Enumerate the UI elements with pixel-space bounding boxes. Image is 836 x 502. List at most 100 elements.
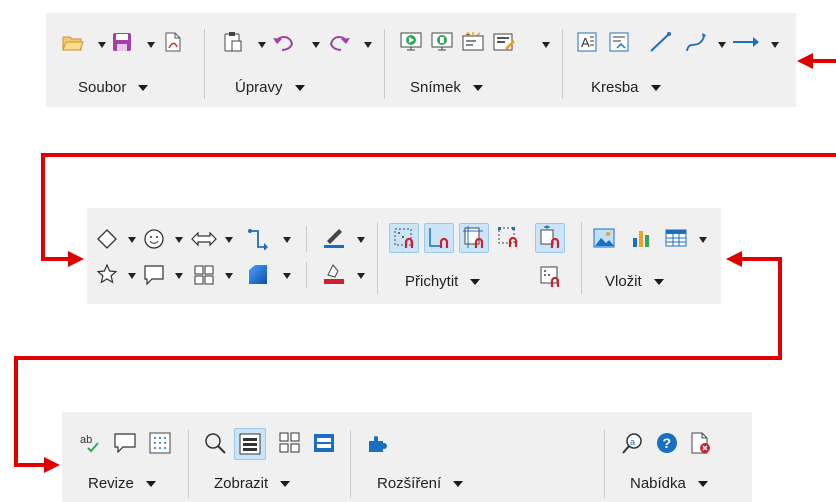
insert-chart-icon[interactable] [631,228,653,248]
export-pdf-icon[interactable] [164,32,182,52]
symbol-shapes-dropdown-arrow[interactable] [175,237,183,243]
line-color-dropdown-arrow[interactable] [357,237,365,243]
undo-dropdown-arrow[interactable] [312,42,320,48]
insert-image-icon[interactable] [593,228,615,248]
connector-dropdown-arrow[interactable] [283,237,291,243]
snap-to-grid-icon[interactable] [389,223,419,253]
open-dropdown-arrow[interactable] [98,42,106,48]
separator [377,222,378,294]
separator [384,29,385,99]
line-color-icon[interactable] [323,227,345,249]
toolbar-row-2: Přichytit Vložit [87,208,721,304]
paste-icon[interactable] [223,31,243,53]
group-prichytit[interactable]: Přichytit [405,273,481,290]
snap-page-margins-icon[interactable] [459,223,489,253]
insert-table-dropdown-arrow[interactable] [699,237,707,243]
connector-icon[interactable] [247,228,269,250]
arrow-head-3a [726,251,742,267]
group-revize[interactable]: Revize [88,475,156,492]
curve-dropdown-arrow[interactable] [718,42,726,48]
group-label: Přichytit [405,273,459,290]
help-icon[interactable]: ? [656,432,678,454]
group-rozsireni[interactable]: Rozšíření [377,475,464,492]
block-arrows-icon[interactable] [191,230,217,248]
callout-dropdown-arrow[interactable] [175,273,183,279]
comment-icon[interactable] [114,433,136,453]
line-icon[interactable] [648,31,672,53]
slide-layout-icon[interactable] [493,32,515,52]
outline-view-icon[interactable] [313,432,335,454]
group-nabidka[interactable]: Nabídka [630,475,708,492]
insert-table-icon[interactable] [665,229,687,247]
save-dropdown-arrow[interactable] [147,42,155,48]
fill-color-icon[interactable] [247,264,269,286]
svg-text:ab: ab [80,434,92,446]
start-presentation-icon[interactable] [400,32,422,52]
svg-text:A: A [581,35,590,50]
group-zobrazit[interactable]: Zobrazit [214,475,291,492]
group-label: Snímek [410,79,461,96]
save-icon[interactable] [112,32,132,52]
block-arrows-dropdown-arrow[interactable] [225,237,233,243]
redo-dropdown-arrow[interactable] [364,42,372,48]
slide-transition-icon[interactable] [462,32,484,52]
basic-shapes-dropdown-arrow[interactable] [128,237,136,243]
curve-icon[interactable] [684,31,708,53]
redo-icon[interactable] [327,32,351,52]
paste-dropdown-arrow[interactable] [258,42,266,48]
text-box-icon[interactable]: A [577,32,597,52]
group-upravy[interactable]: Úpravy [235,79,305,96]
svg-text:a: a [630,437,635,447]
chevron-down-icon [653,278,664,285]
flowchart-icon[interactable] [194,265,214,285]
chevron-down-icon [650,84,661,91]
chevron-down-icon [145,480,156,487]
chevron-down-icon [294,84,305,91]
group-label: Zobrazit [214,475,269,492]
open-folder-icon[interactable] [62,33,84,53]
fill-color-dropdown-arrow[interactable] [283,273,291,279]
arrow-head-1 [797,53,813,69]
svg-text:?: ? [663,435,672,451]
flowchart-dropdown-arrow[interactable] [225,273,233,279]
fontwork-icon[interactable] [609,32,629,52]
area-style-icon[interactable] [323,263,345,285]
toolbar-row-1: A Soubor Úpravy Snímek Kresba [46,13,796,107]
group-snimek[interactable]: Snímek [410,79,483,96]
area-style-dropdown-arrow[interactable] [357,273,365,279]
separator [188,430,189,498]
chevron-down-icon [697,480,708,487]
separator [604,430,605,498]
group-kresba[interactable]: Kresba [591,79,661,96]
extensions-icon[interactable] [367,433,389,453]
snap-object-border-icon[interactable] [494,223,522,251]
arrow-head-3 [44,457,60,473]
snap-object-points-icon[interactable] [535,223,565,253]
chevron-down-icon [470,278,481,285]
arrow-line-icon[interactable] [732,35,760,49]
basic-shapes-icon[interactable] [97,229,117,249]
chevron-down-icon [472,84,483,91]
slide-sorter-icon[interactable] [279,432,301,454]
spellcheck-icon[interactable]: ab [79,432,101,454]
separator [350,430,351,498]
snap-helplines-icon[interactable] [539,265,563,289]
star-dropdown-arrow[interactable] [128,273,136,279]
group-vlozit[interactable]: Vložit [605,273,664,290]
star-icon[interactable] [97,264,117,284]
symbol-shapes-icon[interactable] [144,229,164,249]
group-label: Revize [88,475,134,492]
group-soubor[interactable]: Soubor [78,79,149,96]
start-from-current-icon[interactable] [431,32,453,52]
find-replace-icon[interactable]: a [622,432,644,454]
arrow-line-dropdown-arrow[interactable] [771,42,779,48]
callout-icon[interactable] [144,265,164,285]
zoom-icon[interactable] [204,432,226,454]
grid-icon[interactable] [149,432,171,454]
chevron-down-icon [453,480,464,487]
undo-icon[interactable] [272,32,296,52]
slide-layout-dropdown-arrow[interactable] [542,42,550,48]
snap-guides-icon[interactable] [424,223,454,253]
normal-view-icon[interactable] [234,428,266,460]
close-document-icon[interactable] [690,432,712,454]
